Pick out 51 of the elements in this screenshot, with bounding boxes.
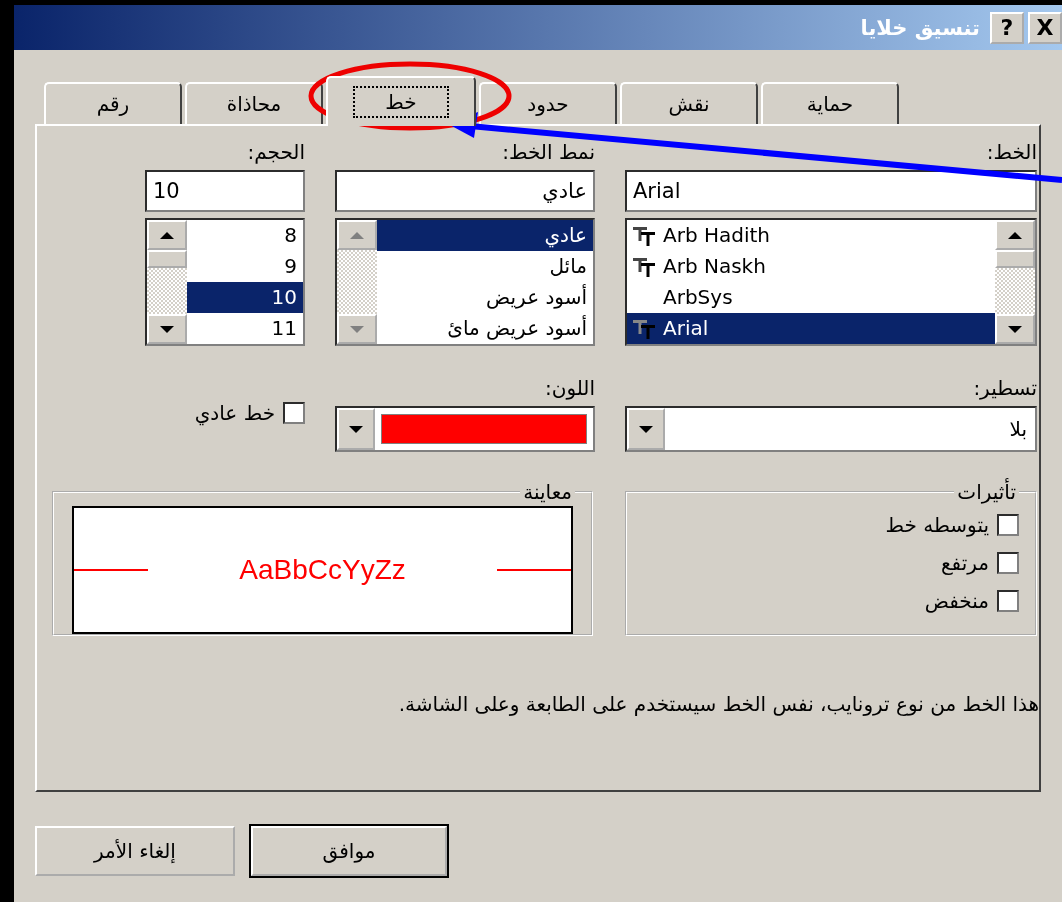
checkbox[interactable] [283, 402, 305, 424]
checkbox[interactable] [997, 590, 1019, 612]
list-item[interactable]: 10 [187, 282, 303, 313]
description-text: هذا الخط من نوع ترونايب، نفس الخط سيستخدم على الطابعة وعلى الشاشة. [397, 692, 1039, 716]
help-button[interactable]: ? [990, 11, 1024, 44]
scroll-bar[interactable] [337, 220, 377, 344]
list-item[interactable]: أسود عريض مائ [377, 313, 593, 344]
tab[interactable]: رقم [44, 82, 182, 124]
list-item[interactable]: Arb Naskh [627, 251, 995, 282]
truetype-icon [633, 318, 657, 339]
checkbox[interactable] [997, 514, 1019, 536]
checkbox-label: منخفض [924, 589, 989, 613]
field-label: نمط الخط: [501, 140, 595, 166]
list-item[interactable]: Arial [627, 313, 995, 344]
list-item[interactable]: ArbSys [627, 282, 995, 313]
checkbox-label: خط عادي [194, 401, 275, 425]
checkbox[interactable] [997, 552, 1019, 574]
tab[interactable]: محاذاة [185, 82, 323, 124]
field-label: اللون: [543, 376, 595, 402]
list-item[interactable]: 11 [187, 313, 303, 344]
preview-sample: AaBbCcYyZz [238, 554, 407, 586]
list-item[interactable]: أسود عريض [377, 282, 593, 313]
list-item[interactable]: 8 [187, 220, 303, 251]
list-item[interactable]: مائل [377, 251, 593, 282]
truetype-icon [633, 225, 657, 246]
checkbox-label: مرتفع [940, 551, 989, 575]
field-label: الخط: [985, 140, 1037, 166]
tab[interactable]: حماية [761, 82, 899, 124]
truetype-icon [633, 256, 657, 277]
scroll-bar[interactable] [995, 220, 1035, 344]
tab[interactable]: خط [326, 76, 476, 126]
font-field[interactable]: Arial [625, 170, 1037, 212]
dialog-button[interactable]: إلغاء الأمر [35, 826, 235, 876]
list-item[interactable]: Arb Hadith [627, 220, 995, 251]
size-field[interactable]: 10 [145, 170, 305, 212]
underline-dropdown[interactable]: بلا [625, 406, 1037, 452]
tab[interactable]: حدود [479, 82, 617, 124]
color-dropdown[interactable] [335, 406, 595, 452]
font-style-field[interactable]: عادي [335, 170, 595, 212]
close-button[interactable]: X [1028, 11, 1062, 44]
dialog-button[interactable]: موافق [251, 826, 447, 876]
scroll-bar[interactable] [147, 220, 187, 344]
list-item[interactable]: عادي [377, 220, 593, 251]
field-label: تسطير: [972, 376, 1037, 402]
list-item[interactable]: 9 [187, 251, 303, 282]
group-title: معاينة [522, 480, 573, 504]
group-title: تأثيرات [956, 480, 1017, 504]
window-title: تنسيق خلايا [860, 15, 980, 40]
tab[interactable]: نقش [620, 82, 758, 124]
field-label: الحجم: [246, 140, 305, 166]
checkbox-label: يتوسطه خط [885, 513, 989, 537]
